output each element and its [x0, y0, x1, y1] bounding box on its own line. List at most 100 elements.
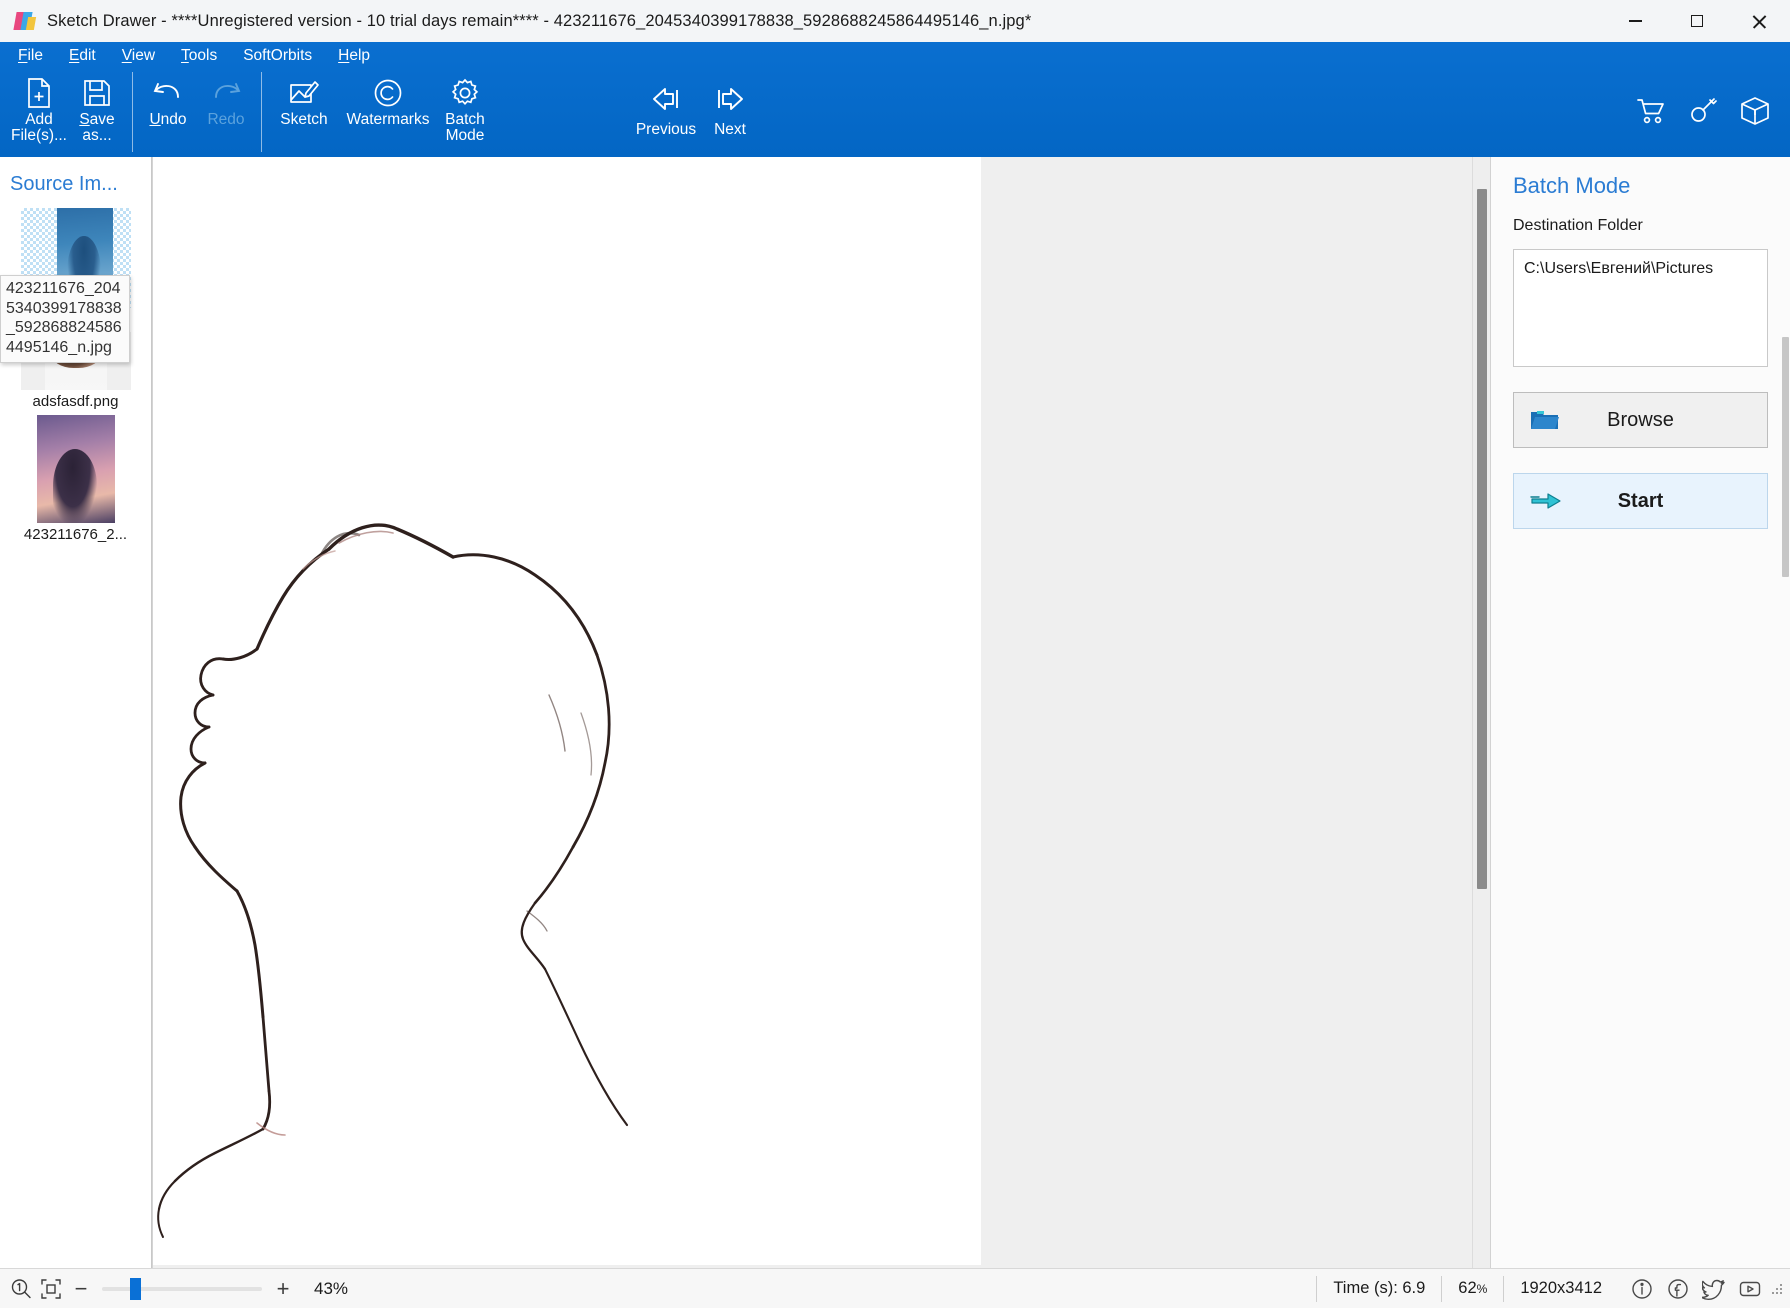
menu-item-edit[interactable]: Edit	[67, 47, 98, 65]
watermarks-label: Watermarks	[346, 111, 430, 128]
sketch-label: Sketch	[280, 111, 328, 128]
progress-percent-value: 62	[1458, 1279, 1477, 1297]
youtube-icon[interactable]	[1736, 1275, 1764, 1303]
zoom-out-button[interactable]: −	[66, 1274, 96, 1304]
minimize-icon	[1628, 20, 1642, 22]
zoom-slider[interactable]	[102, 1274, 262, 1304]
maximize-button[interactable]	[1666, 0, 1728, 42]
browse-button[interactable]: Browse	[1513, 392, 1768, 448]
zoom-1to1-icon[interactable]	[6, 1274, 36, 1304]
filename-tooltip: 423211676_2045340399178838_5928688245864…	[0, 275, 130, 364]
source-thumbnail-list: adsfasdf.png adsfasdf.png 423211676_2...	[0, 206, 151, 547]
previous-button[interactable]: Previous	[634, 72, 698, 138]
menu-item-tools[interactable]: Tools	[179, 47, 219, 65]
menu-bar: File Edit View Tools SoftOrbits Help	[0, 42, 1790, 70]
toolbar-group-file: Add File(s)... Save as...	[10, 70, 126, 156]
add-files-label-2: File(s)...	[11, 127, 67, 145]
social-icons	[1618, 1275, 1764, 1303]
resize-grip[interactable]	[1770, 1282, 1784, 1296]
maximize-icon	[1691, 15, 1703, 27]
copyright-icon	[372, 74, 404, 112]
toolbar-group-history: Undo Redo	[139, 70, 255, 156]
ribbon-right-icons	[1634, 94, 1772, 128]
toolbar: Add File(s)... Save as... Undo Redo Sket…	[0, 70, 1790, 157]
destination-folder-input[interactable]: C:\Users\Евгений\Pictures	[1513, 249, 1768, 367]
next-button[interactable]: Next	[698, 72, 762, 138]
sketch-button[interactable]: Sketch	[268, 70, 340, 128]
menu-item-help[interactable]: Help	[336, 47, 372, 65]
batch-mode-label-1: Batch	[445, 111, 485, 128]
minimize-button[interactable]	[1604, 0, 1666, 42]
fit-to-window-icon[interactable]	[36, 1274, 66, 1304]
close-icon	[1752, 14, 1767, 29]
facebook-icon[interactable]	[1664, 1275, 1692, 1303]
batch-mode-button[interactable]: Batch Mode	[436, 70, 494, 145]
processing-time-label: Time (s): 6.9	[1316, 1275, 1441, 1302]
watermarks-button[interactable]: Watermarks	[340, 70, 436, 128]
thumbnail-label: 423211676_2...	[23, 525, 128, 543]
window-title: Sketch Drawer - ****Unregistered version…	[47, 11, 1032, 30]
status-bar-right: Time (s): 6.9 62% 1920x3412	[1316, 1274, 1784, 1304]
arrow-right-icon	[713, 76, 747, 122]
canvas-page[interactable]	[153, 157, 981, 1265]
zoom-in-button[interactable]: +	[268, 1274, 298, 1304]
next-label: Next	[714, 121, 746, 138]
toolbar-separator-1	[132, 72, 133, 152]
toolbar-group-effects: Sketch Watermarks Batch Mode	[268, 70, 494, 156]
save-disk-icon	[82, 74, 112, 112]
save-as-button[interactable]: Save as...	[68, 70, 126, 145]
package-box-icon[interactable]	[1738, 94, 1772, 128]
twitter-icon[interactable]	[1700, 1275, 1728, 1303]
redo-arrow-icon	[209, 74, 243, 112]
gear-icon	[449, 74, 481, 112]
thumbnail-label: adsfasdf.png	[32, 393, 119, 411]
slider-knob[interactable]	[130, 1277, 141, 1300]
canvas-vertical-scrollbar[interactable]	[1472, 157, 1490, 1268]
source-images-panel: Source Im... adsfasdf.png adsfasdf.png	[0, 157, 152, 1268]
menu-item-softorbits[interactable]: SoftOrbits	[241, 47, 314, 65]
scrollbar-thumb[interactable]	[1477, 189, 1487, 889]
zoom-percent-label: 43%	[314, 1278, 349, 1298]
thumbnail-sunset-portrait[interactable]	[36, 414, 115, 523]
slider-track	[102, 1286, 262, 1291]
folder-open-icon	[1530, 408, 1560, 432]
info-icon[interactable]	[1628, 1275, 1656, 1303]
canvas-area[interactable]	[152, 157, 1472, 1268]
status-bar: − + 43% Time (s): 6.9 62% 1920x3412	[0, 1268, 1790, 1308]
save-as-label-1: Save	[79, 111, 115, 128]
add-files-label-1: Add	[25, 111, 53, 128]
batch-panel-title: Batch Mode	[1513, 173, 1631, 198]
ribbon: File Edit View Tools SoftOrbits Help Add…	[0, 42, 1790, 157]
close-button[interactable]	[1728, 0, 1790, 42]
batch-panel-scrollbar[interactable]	[1781, 157, 1790, 1268]
menu-item-view[interactable]: View	[120, 47, 157, 65]
menu-item-file[interactable]: File	[16, 47, 45, 65]
key-icon[interactable]	[1686, 94, 1720, 128]
image-dimensions-label: 1920x3412	[1503, 1275, 1618, 1302]
previous-label: Previous	[635, 121, 697, 138]
progress-percent-unit: %	[1476, 1281, 1488, 1296]
progress-percent: 62%	[1441, 1275, 1503, 1302]
double-arrow-right-icon	[1530, 490, 1562, 512]
arrow-left-icon	[649, 76, 683, 122]
title-bar: Sketch Drawer - ****Unregistered version…	[0, 0, 1790, 42]
shopping-cart-icon[interactable]	[1634, 94, 1668, 128]
redo-button: Redo	[197, 70, 255, 128]
add-file-icon	[24, 74, 54, 112]
list-item[interactable]: 423211676_2...	[0, 414, 151, 543]
start-button[interactable]: Start	[1513, 473, 1768, 529]
window-controls	[1604, 0, 1790, 42]
scrollbar-thumb[interactable]	[1782, 337, 1789, 577]
undo-button[interactable]: Undo	[139, 70, 197, 128]
add-files-button[interactable]: Add File(s)...	[10, 70, 68, 145]
source-panel-title: Source Im...	[10, 173, 118, 195]
main-area: Source Im... adsfasdf.png adsfasdf.png	[0, 157, 1790, 1268]
sketch-pencil-image-icon	[288, 74, 320, 112]
pencil-sketch-head-profile	[157, 523, 629, 1238]
sketch-drawer-window: Sketch Drawer - ****Unregistered version…	[0, 0, 1790, 1308]
undo-arrow-icon	[151, 74, 185, 112]
batch-mode-label-2: Mode	[445, 127, 485, 145]
toolbar-group-navigation: Previous Next	[634, 70, 762, 138]
redo-label: Redo	[207, 111, 245, 128]
sketch-drawer-logo-icon	[13, 10, 37, 32]
